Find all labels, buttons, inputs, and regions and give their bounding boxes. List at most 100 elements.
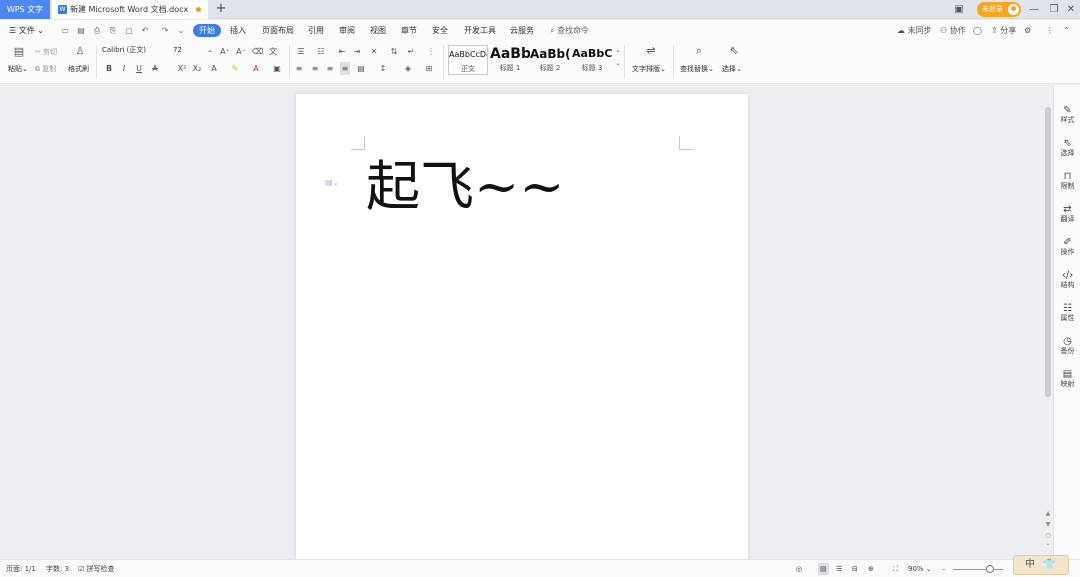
restore-icon[interactable]: ❐	[1047, 0, 1061, 19]
page-indicator[interactable]: 页面: 1/1	[6, 563, 36, 575]
character-border-icon[interactable]: ▣	[272, 64, 282, 74]
bullet-list-icon[interactable]: ☰	[296, 47, 306, 57]
tab-insert[interactable]: 插入	[230, 24, 246, 37]
previous-page-icon[interactable]: ⌃	[1044, 543, 1052, 550]
close-icon[interactable]: ✕	[1064, 0, 1078, 19]
chinese-layout-icon[interactable]: ✕	[369, 47, 379, 57]
tab-cloud-service[interactable]: 云服务	[510, 24, 534, 37]
panel-select[interactable]: ⇖ 选择	[1054, 138, 1080, 158]
zoom-slider[interactable]	[953, 569, 1003, 570]
panel-operations[interactable]: ✐ 操作	[1054, 237, 1080, 257]
document-tab[interactable]: W 新建 Microsoft Word 文档.docx	[52, 0, 208, 19]
line-spacing-icon[interactable]: ↕	[378, 64, 388, 74]
text-layout-button[interactable]: 文字排版⌄	[632, 64, 666, 74]
paste-icon[interactable]: ▤	[13, 46, 25, 57]
document-canvas[interactable]: ▤⌄ 起飞~~	[0, 85, 1043, 564]
distributed-align-icon[interactable]: ▤	[356, 64, 366, 74]
sort-icon[interactable]: ⇅	[389, 47, 399, 57]
highlight-icon[interactable]: ✎	[230, 64, 240, 74]
zoom-slider-handle[interactable]	[986, 565, 994, 573]
tab-home[interactable]: 开始	[193, 24, 221, 37]
align-right-icon[interactable]: ≡	[325, 64, 335, 74]
borders-icon[interactable]: ⊞	[424, 64, 434, 74]
style-normal[interactable]: AaBbCcDd 正文	[448, 45, 488, 75]
strikethrough-icon[interactable]: A	[150, 64, 160, 74]
phonetic-guide-icon[interactable]: 文	[268, 47, 278, 57]
tab-developer[interactable]: 开发工具	[464, 24, 496, 37]
open-icon[interactable]: ▭	[60, 25, 70, 36]
superscript-icon[interactable]: X²	[177, 64, 187, 74]
panel-properties[interactable]: ☷ 属性	[1054, 303, 1080, 323]
tab-review[interactable]: 审阅	[339, 24, 355, 37]
subscript-icon[interactable]: X₂	[192, 64, 202, 74]
tab-chapter[interactable]: 章节	[401, 24, 417, 37]
cursor-icon[interactable]: ⇖	[728, 45, 740, 56]
undo-icon[interactable]: ↶	[140, 25, 150, 36]
settings-icon[interactable]: ⚙	[1024, 24, 1031, 37]
styles-more-icon[interactable]: ⌃ ⌄	[613, 49, 623, 69]
file-menu[interactable]: ☰ 文件 ⌄	[9, 24, 44, 37]
page-view-icon[interactable]: ▤	[818, 563, 829, 575]
scroll-up-icon[interactable]: ▲	[1044, 510, 1052, 517]
find-icon[interactable]: ⌕	[693, 45, 705, 56]
panel-structure[interactable]: ‹/› 结构	[1054, 270, 1080, 290]
clear-format-icon[interactable]: ⌫	[252, 47, 263, 57]
sync-status[interactable]: ☁ 未同步	[897, 24, 932, 37]
fit-page-icon[interactable]: ⛶	[893, 563, 898, 575]
find-replace-button[interactable]: 查找替换⌄	[680, 64, 714, 74]
font-size-select[interactable]: 72 ⌄	[170, 45, 214, 58]
spell-check-button[interactable]: ☑ 拼写检查	[78, 563, 115, 575]
show-hide-marks-icon[interactable]: ↵	[406, 47, 416, 57]
reading-view-icon[interactable]: ⊟	[852, 563, 858, 575]
increase-indent-icon[interactable]: ⇥	[352, 47, 362, 57]
redo-icon[interactable]: ↷	[160, 25, 170, 36]
ime-skin-icon[interactable]: 👕	[1043, 556, 1055, 574]
panel-styles[interactable]: ✎ 样式	[1054, 105, 1080, 125]
new-tab-button[interactable]: +	[214, 0, 228, 19]
scroll-down-icon[interactable]: ▼	[1044, 521, 1052, 528]
paste-button[interactable]: 粘贴⌄	[8, 64, 28, 74]
style-heading-1[interactable]: AaBb 标题 1	[490, 45, 530, 75]
text-layout-icon[interactable]: ⇌	[645, 45, 657, 56]
tab-references[interactable]: 引用	[308, 24, 324, 37]
app-tab[interactable]: WPS 文字	[0, 0, 50, 19]
tab-page-layout[interactable]: 页面布局	[262, 24, 294, 37]
copy-button[interactable]: ⧉ 复制	[35, 64, 56, 74]
style-heading-2[interactable]: AaBb( 标题 2	[530, 45, 570, 75]
select-button[interactable]: 选择⌄	[722, 64, 742, 74]
web-view-icon[interactable]: ⊕	[868, 563, 874, 575]
collaborate-button[interactable]: ⚇ 协作	[940, 24, 966, 37]
eye-protection-icon[interactable]: ◎	[796, 563, 802, 575]
document-body-text[interactable]: 起飞~~	[366, 152, 565, 222]
decrease-indent-icon[interactable]: ⇤	[337, 47, 347, 57]
panel-translate[interactable]: ⇄ 翻译	[1054, 204, 1080, 224]
table-icon[interactable]: ⋮	[426, 47, 436, 57]
vertical-scrollbar[interactable]: ▲ ▼ ○ ⌃	[1043, 85, 1053, 559]
document-page[interactable]: ▤⌄ 起飞~~	[296, 94, 748, 564]
panel-mapping[interactable]: ▤ 映射	[1054, 369, 1080, 389]
align-left-icon[interactable]: ≡	[294, 64, 304, 74]
style-heading-3[interactable]: AaBbC 标题 3	[572, 45, 612, 75]
print-icon[interactable]: ⎘	[108, 25, 118, 36]
layout-icon[interactable]: ▣	[953, 0, 965, 19]
underline-icon[interactable]: U	[134, 64, 144, 74]
shading-icon[interactable]: ◈	[403, 64, 413, 74]
italic-icon[interactable]: I	[119, 64, 129, 74]
login-button[interactable]: 未登录	[977, 2, 1021, 17]
customize-quick-access-icon[interactable]: ⌄	[176, 25, 186, 36]
collapse-ribbon-icon[interactable]: ⌃	[1063, 24, 1070, 37]
select-browse-object-icon[interactable]: ○	[1044, 532, 1052, 539]
save-icon[interactable]: ▤	[76, 25, 86, 36]
word-count[interactable]: 字数: 3	[46, 563, 69, 575]
tab-security[interactable]: 安全	[432, 24, 448, 37]
ime-language[interactable]: 中	[1025, 556, 1035, 574]
zoom-out-icon[interactable]: –	[942, 563, 946, 575]
bold-icon[interactable]: B	[104, 64, 114, 74]
scrollbar-thumb[interactable]	[1045, 107, 1051, 397]
export-pdf-icon[interactable]: ⎙	[92, 25, 102, 36]
text-effect-icon[interactable]: A	[209, 64, 219, 74]
format-painter-icon[interactable]: ♙	[75, 47, 85, 57]
font-color-icon[interactable]: A	[251, 64, 261, 74]
numbered-list-icon[interactable]: ☷	[316, 47, 326, 57]
outline-view-icon[interactable]: ☰	[836, 563, 842, 575]
